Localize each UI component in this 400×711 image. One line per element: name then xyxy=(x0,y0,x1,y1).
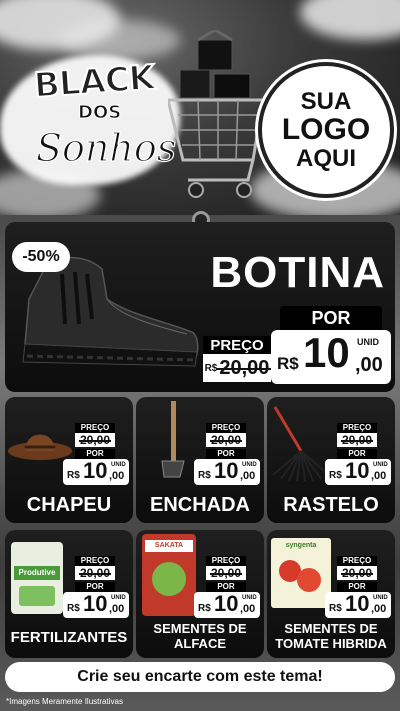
new-price: R$ 10 UNID ,00 xyxy=(271,330,391,384)
bag-label: Produtive xyxy=(14,566,60,580)
price-integer: 10 xyxy=(214,591,239,616)
old-price-value: 20,00 xyxy=(341,566,373,580)
product-card-chapeu[interactable]: PREÇO 20,00 POR R$ 10 UNID ,00 CHAPEU xyxy=(5,397,133,523)
unit-label: UNID xyxy=(242,595,257,601)
product-card-sementes-tomate[interactable]: syngenta PREÇO 20,00 POR R$ 10 UNID ,00 … xyxy=(267,530,395,658)
fertilizer-bag-image: Produtive xyxy=(11,542,63,614)
price-cents: ,00 xyxy=(240,470,256,482)
old-price-value: 20,00 xyxy=(217,356,272,379)
product-name: FERTILIZANTES xyxy=(10,629,128,646)
old-price-value: 20,00 xyxy=(341,433,373,447)
bag-stripe xyxy=(19,586,55,606)
featured-product-card[interactable]: -50% BOTINA POR PREÇO R$ 20,00 R$ 10 UNI… xyxy=(5,222,395,392)
preco-label: PREÇO xyxy=(337,423,377,433)
old-price-value: 20,00 xyxy=(79,433,111,447)
product-card-sementes-alface[interactable]: SAKATA PREÇO 20,00 POR R$ 10 UNID ,00 SE… xyxy=(136,530,264,658)
logo-line: SUA xyxy=(300,88,352,116)
old-price: 20,00 xyxy=(206,433,246,447)
new-price: R$ 10 UNID ,00 xyxy=(63,592,129,618)
product-name: SEMENTES DE TOMATE HIBRIDA xyxy=(275,621,387,652)
currency: R$ xyxy=(198,470,211,481)
brand-logo: BLACK DOS Sonhos xyxy=(14,57,177,182)
old-price: 20,00 xyxy=(337,433,377,447)
new-price: R$ 10 UNID ,00 xyxy=(63,459,129,485)
logo-placeholder: SUA LOGO AQUI xyxy=(258,62,394,198)
por-label: POR xyxy=(280,306,382,330)
product-card-fertilizantes[interactable]: Produtive PREÇO 20,00 POR R$ 10 UNID ,00… xyxy=(5,530,133,658)
preco-label: PREÇO xyxy=(337,556,377,566)
preco-label: PREÇO xyxy=(75,556,115,566)
unit-label: UNID xyxy=(373,595,388,601)
cta-button[interactable]: Crie seu encarte com este tema! xyxy=(5,662,395,692)
new-price: R$ 10 UNID ,00 xyxy=(194,459,260,485)
preco-label: PREÇO xyxy=(206,556,246,566)
currency: R$ xyxy=(329,603,342,614)
old-price-value: 20,00 xyxy=(79,566,111,580)
shopping-cart-icon xyxy=(168,30,265,198)
lettuce-illustration xyxy=(152,562,186,596)
rake-image xyxy=(272,406,330,481)
unit-label: UNID xyxy=(111,462,126,468)
product-name: RASTELO xyxy=(283,494,379,516)
price-cents: ,00 xyxy=(240,603,256,615)
brand-black: BLACK xyxy=(32,57,157,107)
product-card-rastelo[interactable]: PREÇO 20,00 POR R$ 10 UNID ,00 RASTELO xyxy=(267,397,395,523)
seed-pack-alface-image: SAKATA xyxy=(142,534,196,616)
cloud xyxy=(300,0,400,40)
preco-label: PREÇO xyxy=(203,336,271,354)
price-integer: 10 xyxy=(345,458,370,483)
cloud xyxy=(60,20,180,60)
old-price: 20,00 xyxy=(75,433,115,447)
old-currency: R$ xyxy=(204,362,218,374)
hero-banner: BLACK DOS Sonhos SUA LOGO AQUI xyxy=(0,0,400,215)
currency: R$ xyxy=(67,603,80,614)
old-price: 20,00 xyxy=(206,566,246,580)
pack-brand: SAKATA xyxy=(145,540,193,552)
unit-label: UNID xyxy=(373,462,388,468)
product-card-enchada[interactable]: PREÇO 20,00 POR R$ 10 UNID ,00 ENCHADA xyxy=(136,397,264,523)
currency: R$ xyxy=(329,470,342,481)
unit-label: UNID xyxy=(111,595,126,601)
product-name: ENCHADA xyxy=(150,494,250,516)
price-cents: ,00 xyxy=(371,470,387,482)
price-integer: 10 xyxy=(83,591,108,616)
old-price-value: 20,00 xyxy=(210,566,242,580)
price-integer: 10 xyxy=(83,458,108,483)
logo-line: AQUI xyxy=(296,144,356,172)
old-price-value: 20,00 xyxy=(210,433,242,447)
price-cents: ,00 xyxy=(109,470,125,482)
price-integer: 10 xyxy=(214,458,239,483)
unit-label: UNID xyxy=(242,462,257,468)
product-title: BOTINA xyxy=(210,248,385,297)
brand-sonhos: Sonhos xyxy=(35,125,177,170)
product-name: CHAPEU xyxy=(26,494,112,516)
discount-badge: -50% xyxy=(12,242,70,272)
disclaimer: *Imagens Meramente Ilustrativas xyxy=(6,697,123,706)
new-price: R$ 10 UNID ,00 xyxy=(325,592,391,618)
old-price: 20,00 xyxy=(75,566,115,580)
old-price: R$ 20,00 xyxy=(203,354,272,382)
unit-label: UNID xyxy=(357,337,379,347)
hoe-image xyxy=(161,401,185,478)
price-cents: ,00 xyxy=(355,354,383,376)
currency: R$ xyxy=(198,603,211,614)
price-integer: 10 xyxy=(303,329,350,376)
new-price: R$ 10 UNID ,00 xyxy=(325,459,391,485)
price-cents: ,00 xyxy=(109,603,125,615)
currency: R$ xyxy=(67,470,80,481)
seed-pack-tomato-image: syngenta xyxy=(271,538,331,608)
old-price: 20,00 xyxy=(337,566,377,580)
logo-line: LOGO xyxy=(281,113,371,147)
price-cents: ,00 xyxy=(371,603,387,615)
pack-brand: syngenta xyxy=(285,542,317,549)
brand-dos: DOS xyxy=(77,102,122,124)
product-name: SEMENTES DE ALFACE xyxy=(153,621,247,652)
preco-label: PREÇO xyxy=(75,423,115,433)
price-integer: 10 xyxy=(345,591,370,616)
tomato-illustration xyxy=(297,568,321,592)
new-price: R$ 10 UNID ,00 xyxy=(194,592,260,618)
currency: R$ xyxy=(277,354,299,373)
preco-label: PREÇO xyxy=(206,423,246,433)
